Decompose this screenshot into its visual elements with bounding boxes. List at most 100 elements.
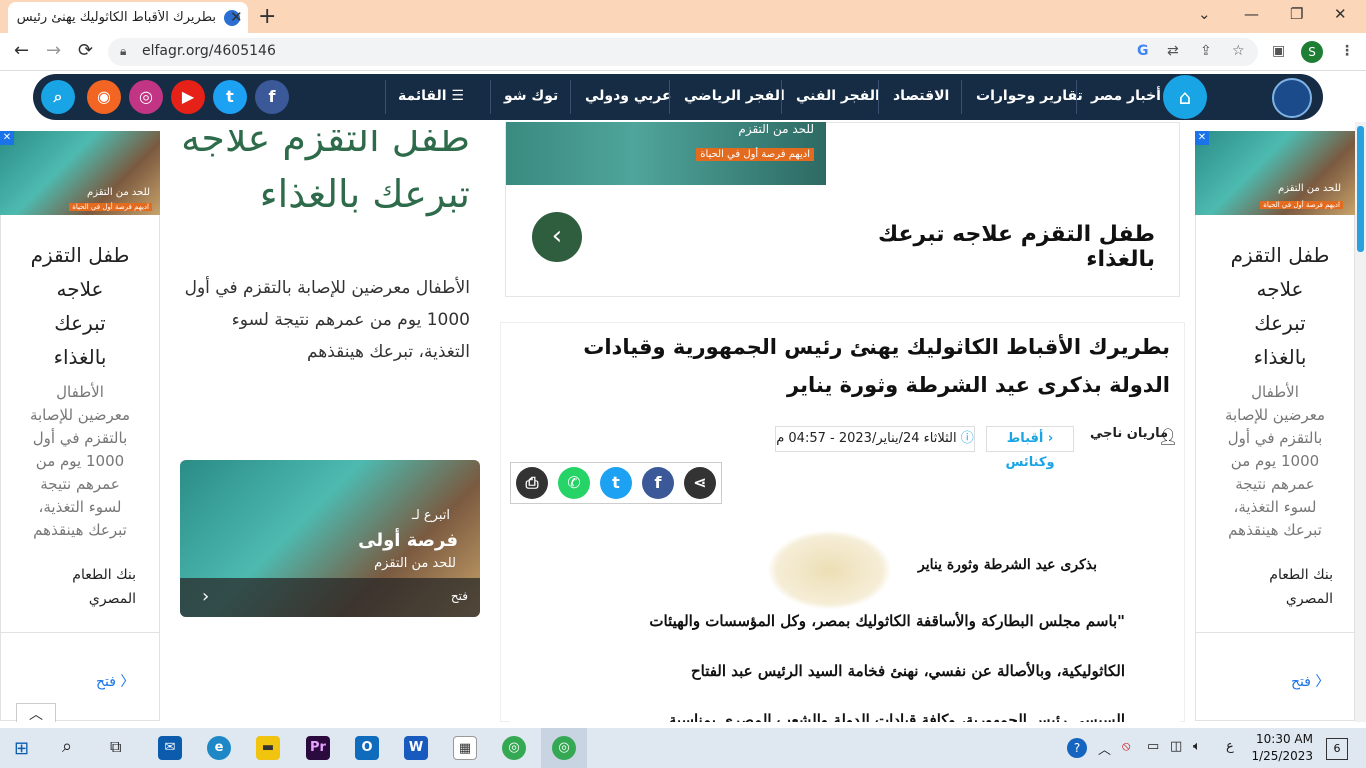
antivirus-icon[interactable]: ⦸ xyxy=(1122,739,1130,754)
facebook-icon[interactable]: f xyxy=(255,80,289,114)
ad-close-icon[interactable]: ✕ xyxy=(0,131,14,145)
top-ad-image[interactable]: للحد من التقزم اديهم فرصة أول في الحياة xyxy=(506,122,826,185)
chrome-icon[interactable]: ◎ xyxy=(502,736,526,760)
left-ad-headline-line: طفل التقزم xyxy=(30,243,130,267)
nav-item-reports[interactable]: تقارير وحوارات xyxy=(976,88,1083,104)
back-icon[interactable]: ← xyxy=(14,40,29,61)
notification-center-icon[interactable]: 6 xyxy=(1326,738,1348,760)
article-author[interactable]: ماريان ناجي xyxy=(1090,426,1168,452)
chrome-active-icon[interactable]: ◎ xyxy=(552,736,576,760)
home-icon[interactable]: ⌂ xyxy=(1163,75,1207,119)
instagram-icon[interactable]: ◎ xyxy=(129,80,163,114)
top-ad-headline[interactable]: طفل التقزم علاجه تبرعك بالغذاء xyxy=(840,222,1155,272)
tray-chevron-icon[interactable]: ︿ xyxy=(1098,739,1111,758)
file-explorer-icon[interactable]: ▬ xyxy=(256,736,280,760)
windows-start-icon[interactable]: ⊞ xyxy=(14,738,29,759)
left-ad-body-line: تبرعك هينقذهم xyxy=(33,521,127,539)
browser-tab[interactable]: بطريرك الأقباط الكاثوليك يهنئ رئيس ✕ xyxy=(8,2,248,33)
facebook-share-icon[interactable]: f xyxy=(642,467,674,499)
right-ad-body-line: لسوء التغذية، xyxy=(1233,498,1317,516)
address-bar[interactable] xyxy=(108,38,1258,66)
google-lens-icon[interactable]: G xyxy=(1137,43,1149,59)
left-ad-body-line: بالتقزم في أول xyxy=(32,429,128,447)
chevron-icon: ‹ xyxy=(1043,431,1054,446)
battery-icon[interactable]: ▭ xyxy=(1147,739,1159,754)
article-category[interactable]: ‹ أقباط وكنائس xyxy=(986,426,1074,470)
left-ad-body-line: لسوء التغذية، xyxy=(38,498,122,516)
ad-arrow-button[interactable]: ‹ xyxy=(532,212,582,262)
nav-divider xyxy=(1076,80,1077,114)
nav-item-arts[interactable]: الفجر الفني xyxy=(796,88,880,104)
nav-item-talk-show[interactable]: توك شو xyxy=(504,88,558,104)
chevron-right-icon[interactable]: › xyxy=(202,586,209,607)
tab-search-icon[interactable]: ⌄ xyxy=(1198,5,1211,23)
church-seal-image xyxy=(767,530,892,610)
mail-icon[interactable]: ✉ xyxy=(158,736,182,760)
help-icon[interactable]: ? xyxy=(1067,738,1087,758)
share-icon[interactable]: ⋖ xyxy=(684,467,716,499)
browser-menu-icon[interactable]: ⋮ xyxy=(1340,43,1354,59)
whatsapp-icon[interactable]: ✆ xyxy=(558,467,590,499)
forward-icon[interactable]: → xyxy=(46,40,61,61)
word-icon[interactable]: W xyxy=(404,736,428,760)
middle-ad-open-label[interactable]: فتح xyxy=(451,589,468,603)
nav-divider xyxy=(490,80,491,114)
lock-icon[interactable]: 🔒︎ xyxy=(120,44,126,59)
menu-button[interactable]: ☰ القائمة xyxy=(398,88,464,104)
nav-item-world[interactable]: عربي ودولي xyxy=(585,88,672,104)
profile-avatar[interactable]: S xyxy=(1301,41,1323,63)
hamburger-icon: ☰ xyxy=(446,88,464,104)
left-ad-headline-line: بالغذاء xyxy=(53,345,107,369)
url-text[interactable]: elfagr.org/4605146 xyxy=(142,43,276,59)
scrollbar-thumb[interactable] xyxy=(1357,126,1364,252)
doc-line: الكاثوليكية، وبالأصالة عن نفسي، نهنئ فخا… xyxy=(690,662,1125,680)
volume-icon[interactable]: 🔈︎ xyxy=(1193,739,1201,754)
reload-icon[interactable]: ⟳ xyxy=(78,40,93,61)
nav-item-egypt-news[interactable]: أخبار مصر xyxy=(1091,88,1161,104)
search-taskbar-icon[interactable]: ⌕ xyxy=(62,736,72,757)
left-ad-body: الأطفال معرضين للإصابة بالتقزم في أول 10… xyxy=(0,381,160,542)
left-ad-headline-line: علاجه xyxy=(56,277,104,301)
minimize-button[interactable]: — xyxy=(1244,5,1259,23)
chevron-left-icon: 〈 xyxy=(1310,674,1330,690)
ad-close-icon[interactable]: ✕ xyxy=(1195,131,1209,145)
close-window-button[interactable]: ✕ xyxy=(1334,5,1347,23)
right-ad-image[interactable]: للحد من التقزم اديهم فرصة أول في الحياة xyxy=(1195,131,1355,215)
twitter-icon[interactable]: t xyxy=(213,80,247,114)
nav-item-sports[interactable]: الفجر الرياضي xyxy=(684,88,785,104)
clock-icon: ⓘ xyxy=(960,431,974,446)
outlook-icon[interactable]: O xyxy=(355,736,379,760)
new-tab-button[interactable]: + xyxy=(258,4,276,29)
youtube-icon[interactable]: ▶ xyxy=(171,80,205,114)
right-ad-body-line: تبرعك هينقذهم xyxy=(1228,521,1322,539)
left-ad-image[interactable]: للحد من التقزم اديهم فرصة أول في الحياة xyxy=(0,131,160,215)
side-panel-icon[interactable]: ▣ xyxy=(1272,43,1285,59)
middle-ad-body: الأطفال معرضين للإصابة بالتقزم في أول 10… xyxy=(184,278,470,362)
clock[interactable]: 10:30 AM 1/25/2023 xyxy=(1233,731,1313,765)
twitter-share-icon[interactable]: t xyxy=(600,467,632,499)
rss-icon[interactable]: ◉ xyxy=(87,80,121,114)
left-ad-open-button[interactable]: 〈 فتح xyxy=(96,671,134,691)
left-ad-body-line: الأطفال xyxy=(56,383,104,401)
task-view-icon[interactable]: ⧉ xyxy=(110,737,121,757)
left-ad-headline[interactable]: طفل التقزم علاجه تبرعك بالغذاء xyxy=(0,238,160,374)
middle-ad-chance-text: فرصة أولى xyxy=(358,530,458,551)
print-icon[interactable]: ⎙ xyxy=(516,467,548,499)
right-ad-open-button[interactable]: 〈 فتح xyxy=(1291,671,1329,691)
premiere-icon[interactable]: Pr xyxy=(306,736,330,760)
middle-ad-bar[interactable]: › فتح xyxy=(180,578,480,617)
search-icon[interactable]: ⌕ xyxy=(41,80,75,114)
nav-item-economy[interactable]: الاقتصاد xyxy=(893,88,949,104)
nav-divider xyxy=(570,80,571,114)
chevron-up-icon[interactable]: ︿ xyxy=(16,703,56,723)
bookmark-star-icon[interactable]: ☆ xyxy=(1232,43,1245,59)
store-icon[interactable]: ▦ xyxy=(453,736,477,760)
edge-icon[interactable]: e xyxy=(207,736,231,760)
right-ad-headline[interactable]: طفل التقزم علاجه تبرعك بالغذاء xyxy=(1195,238,1365,374)
site-logo[interactable] xyxy=(1272,78,1312,118)
translate-icon[interactable]: ⇄ xyxy=(1167,43,1179,59)
restore-button[interactable]: ❐ xyxy=(1290,5,1303,23)
tab-close-icon[interactable]: ✕ xyxy=(230,8,243,26)
network-icon[interactable]: ◫ xyxy=(1170,739,1182,754)
share-icon[interactable]: ⇪ xyxy=(1200,43,1212,59)
